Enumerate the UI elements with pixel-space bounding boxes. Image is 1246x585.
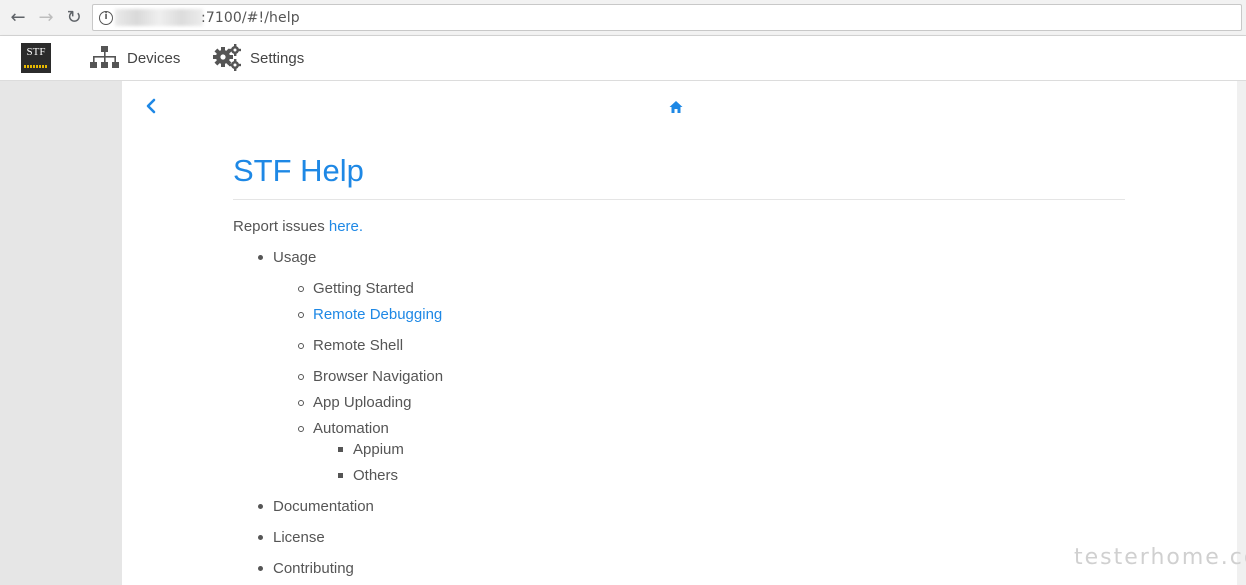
home-icon[interactable] bbox=[669, 100, 683, 114]
help-item-license[interactable]: License bbox=[273, 529, 325, 546]
help-item-remote-shell[interactable]: Remote Shell bbox=[313, 337, 403, 354]
help-item-appium[interactable]: Appium bbox=[353, 441, 404, 458]
report-prefix: Report issues bbox=[233, 218, 329, 235]
disc-bullet bbox=[258, 255, 263, 260]
circle-bullet bbox=[298, 426, 304, 432]
disc-bullet bbox=[258, 504, 263, 509]
help-item-documentation[interactable]: Documentation bbox=[273, 498, 374, 515]
title-divider bbox=[233, 199, 1125, 200]
help-item-automation[interactable]: Automation bbox=[313, 420, 389, 437]
report-issues-link[interactable]: here bbox=[329, 218, 359, 235]
square-bullet bbox=[338, 447, 343, 452]
nav-devices[interactable]: Devices bbox=[90, 44, 180, 72]
sitemap-icon bbox=[90, 46, 119, 68]
disc-bullet bbox=[258, 566, 263, 571]
help-item-app-uploading[interactable]: App Uploading bbox=[313, 394, 411, 411]
nav-settings[interactable]: Settings bbox=[212, 44, 304, 72]
help-item-others[interactable]: Others bbox=[353, 467, 398, 484]
help-item-contributing[interactable]: Contributing bbox=[273, 560, 354, 577]
left-gutter bbox=[0, 81, 122, 585]
help-panel: STF Help Report issues here. Usage Getti… bbox=[122, 81, 1237, 585]
help-item-usage[interactable]: Usage bbox=[273, 249, 316, 266]
help-item-getting-started[interactable]: Getting Started bbox=[313, 280, 414, 297]
watermark: testerhome.com bbox=[1074, 545, 1246, 570]
square-bullet bbox=[338, 473, 343, 478]
nav-settings-label: Settings bbox=[250, 49, 305, 67]
help-item-browser-navigation[interactable]: Browser Navigation bbox=[313, 368, 443, 385]
circle-bullet bbox=[298, 343, 304, 349]
stf-logo[interactable]: STF bbox=[21, 43, 51, 73]
circle-bullet bbox=[298, 286, 304, 292]
app-navbar: STF Devices Settings bbox=[0, 36, 1246, 81]
forward-arrow-icon[interactable]: → bbox=[35, 7, 57, 29]
circle-bullet bbox=[298, 312, 304, 318]
help-item-remote-debugging[interactable]: Remote Debugging bbox=[313, 306, 442, 323]
report-issues-text: Report issues here. bbox=[233, 218, 363, 235]
logo-text: STF bbox=[26, 46, 46, 58]
nav-devices-label: Devices bbox=[127, 49, 181, 67]
circle-bullet bbox=[298, 400, 304, 406]
logo-stripe bbox=[24, 65, 48, 68]
disc-bullet bbox=[258, 535, 263, 540]
page-title: STF Help bbox=[233, 153, 364, 188]
back-arrow-icon[interactable]: ← bbox=[7, 7, 29, 29]
reload-icon[interactable]: ↻ bbox=[63, 7, 85, 29]
browser-toolbar: ← → ↻ i :7100/#!/help bbox=[0, 0, 1246, 36]
address-bar[interactable]: i :7100/#!/help bbox=[92, 4, 1242, 31]
url-text[interactable]: :7100/#!/help bbox=[201, 10, 300, 26]
right-scroll-gutter bbox=[1237, 81, 1246, 585]
redacted-host bbox=[115, 9, 203, 26]
gears-icon bbox=[213, 44, 241, 71]
info-icon[interactable]: i bbox=[99, 11, 113, 25]
report-suffix: . bbox=[358, 218, 364, 235]
chevron-left-icon[interactable] bbox=[144, 97, 158, 115]
circle-bullet bbox=[298, 374, 304, 380]
